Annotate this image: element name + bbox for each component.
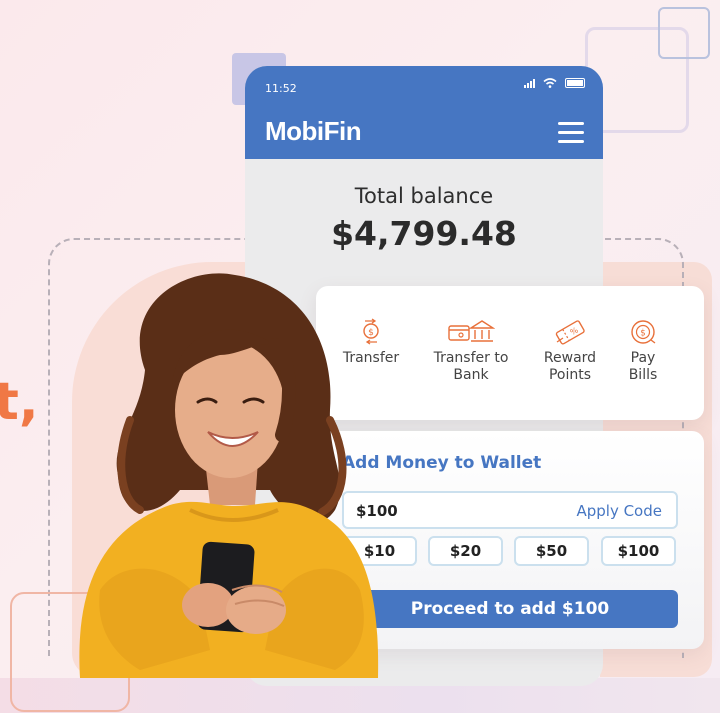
total-balance-value: $4,799.48 [331, 214, 517, 253]
action-label: Bills [628, 367, 658, 383]
signal-icon [524, 78, 535, 88]
action-label: Points [548, 367, 592, 383]
hamburger-menu-icon[interactable] [558, 122, 584, 144]
svg-text:$: $ [640, 329, 645, 339]
action-pay-bills[interactable]: $ Pay Bills [622, 318, 664, 384]
apply-code-link[interactable]: Apply Code [576, 502, 662, 520]
battery-icon [565, 78, 585, 88]
app-header: 11:52 MobiFin [245, 66, 603, 159]
action-label: Pay [630, 350, 656, 366]
wifi-icon [543, 78, 557, 88]
smiling-woman-with-phone-illustration [79, 273, 379, 678]
total-balance-label: Total balance [354, 184, 494, 208]
action-reward-points[interactable]: % Reward Points [534, 318, 606, 384]
status-icons [524, 78, 585, 88]
proceed-button[interactable]: Proceed to add $100 [342, 590, 678, 628]
pay-bill-icon: $ [631, 320, 656, 344]
cropped-heading-text: t, [0, 372, 39, 432]
reward-ticket-icon: % [555, 320, 585, 345]
action-transfer-to-bank[interactable]: Transfer to Bank [428, 318, 514, 384]
action-label: Reward [543, 350, 597, 366]
amount-input[interactable]: $100 Apply Code [342, 491, 678, 529]
decor-square-outline-small [658, 7, 710, 59]
action-label: Transfer to [433, 350, 509, 366]
bank-transfer-icon [448, 320, 495, 342]
status-time: 11:52 [265, 82, 297, 95]
action-label: Bank [453, 367, 489, 383]
brand-logo: MobiFin [265, 116, 362, 146]
amount-chip-20[interactable]: $20 [428, 536, 503, 566]
amount-chip-100[interactable]: $100 [601, 536, 676, 566]
amount-chip-50[interactable]: $50 [514, 536, 589, 566]
